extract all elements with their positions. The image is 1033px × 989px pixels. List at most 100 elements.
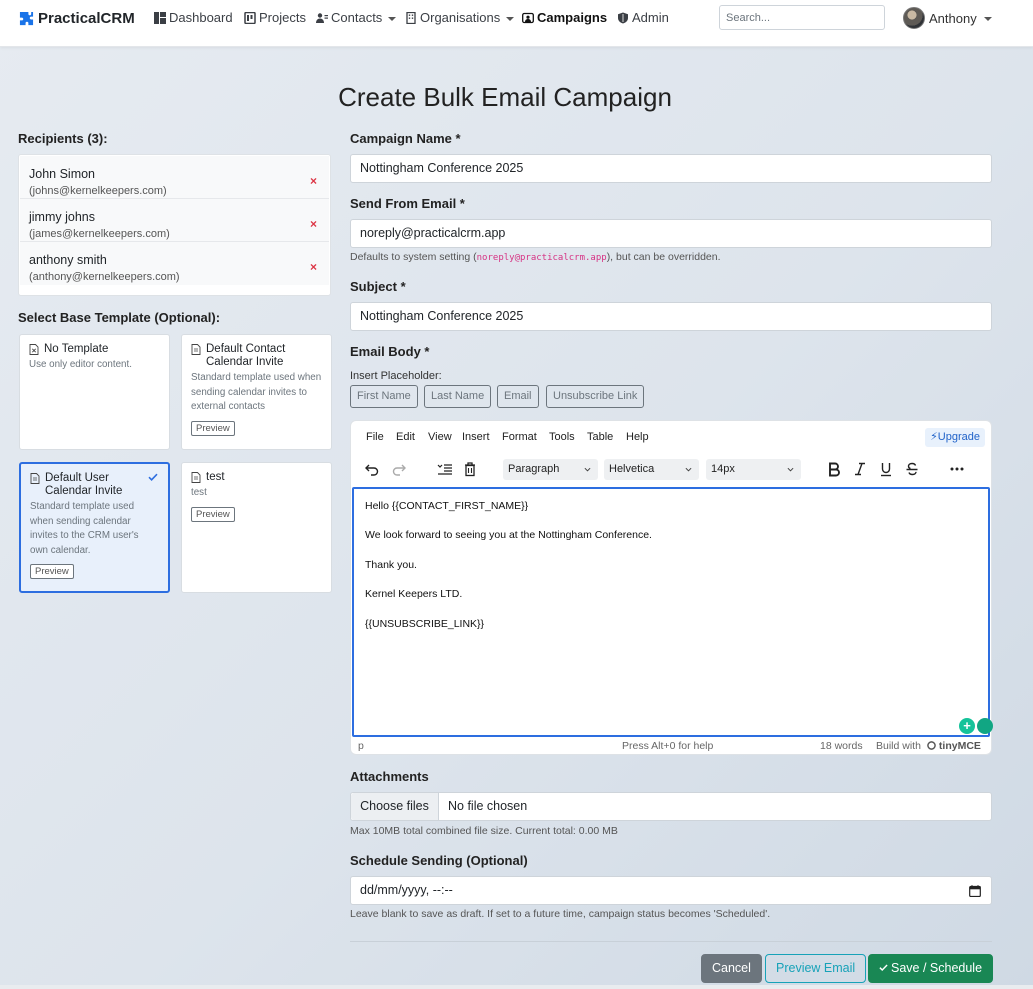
- template-description: Standard template used when sending cale…: [191, 372, 322, 412]
- editor-paragraph: Kernel Keepers LTD.: [365, 588, 463, 600]
- redo-icon[interactable]: [391, 461, 407, 477]
- grammarly-icon[interactable]: [977, 718, 993, 734]
- font-size-select[interactable]: 14px: [706, 459, 801, 480]
- template-card-contact-invite[interactable]: Default Contact Calendar Invite Standard…: [181, 334, 332, 450]
- remove-recipient-button[interactable]: ×: [310, 261, 317, 273]
- template-card-test[interactable]: test test Preview: [181, 462, 332, 593]
- menu-view[interactable]: View: [428, 431, 452, 443]
- text-direction-icon[interactable]: [437, 461, 453, 477]
- italic-icon[interactable]: [852, 461, 868, 477]
- strikethrough-icon[interactable]: [904, 461, 920, 477]
- file-icon: [191, 344, 201, 355]
- bold-icon[interactable]: [826, 461, 842, 477]
- help-text: ), but can be overridden.: [606, 251, 721, 263]
- editor-paragraph: Hello {{CONTACT_FIRST_NAME}}: [365, 500, 529, 512]
- nav-organisations-label: Organisations: [420, 10, 501, 25]
- brand-name: PracticalCRM: [38, 10, 135, 27]
- editor-content[interactable]: Hello {{CONTACT_FIRST_NAME}} We look for…: [352, 487, 990, 737]
- attachments-help: Max 10MB total combined file size. Curre…: [350, 825, 618, 837]
- shield-icon: [618, 12, 628, 23]
- block-format-value: Paragraph: [508, 463, 560, 475]
- insert-placeholder-label: Insert Placeholder:: [350, 370, 442, 382]
- file-x-icon: [29, 344, 39, 355]
- block-format-select[interactable]: Paragraph: [503, 459, 598, 480]
- check-icon: [148, 473, 158, 481]
- remove-recipient-button[interactable]: ×: [310, 218, 317, 230]
- preview-template-button[interactable]: Preview: [30, 564, 74, 579]
- schedule-datetime-input[interactable]: dd/mm/yyyy, --:--: [350, 876, 992, 905]
- menu-edit[interactable]: Edit: [396, 431, 415, 443]
- search-input[interactable]: [719, 5, 885, 30]
- puzzle-icon: [19, 11, 34, 26]
- file-icon: [30, 473, 40, 484]
- campaign-name-input[interactable]: Nottingham Conference 2025: [350, 154, 992, 183]
- upgrade-button[interactable]: ⚡Upgrade: [925, 428, 985, 447]
- nav-projects-label: Projects: [259, 10, 306, 25]
- underline-icon[interactable]: [878, 461, 894, 477]
- save-schedule-button[interactable]: Save / Schedule: [868, 954, 994, 983]
- page-title: Create Bulk Email Campaign: [338, 82, 672, 112]
- cancel-button[interactable]: Cancel: [701, 954, 762, 983]
- subject-input[interactable]: Nottingham Conference 2025: [350, 302, 992, 331]
- template-title: test: [191, 471, 322, 484]
- template-card-none[interactable]: No Template Use only editor content.: [19, 334, 170, 450]
- calendar-icon[interactable]: [969, 885, 981, 897]
- placeholder-first-name-button[interactable]: First Name: [350, 385, 418, 408]
- placeholder-email-button[interactable]: Email: [497, 385, 539, 408]
- help-hint: Press Alt+0 for help: [622, 740, 714, 752]
- email-body-label: Email Body *: [350, 344, 430, 359]
- subject-label: Subject *: [350, 279, 406, 294]
- file-input[interactable]: Choose files No file chosen: [350, 792, 992, 821]
- nav-dashboard-label: Dashboard: [169, 10, 233, 25]
- nav-projects[interactable]: Projects: [244, 10, 306, 25]
- placeholder-last-name-button[interactable]: Last Name: [424, 385, 492, 408]
- nav-organisations[interactable]: Organisations: [405, 10, 515, 25]
- font-size-value: 14px: [711, 463, 735, 475]
- send-from-input[interactable]: noreply@practicalcrm.app: [350, 219, 992, 248]
- editor-paragraph: We look forward to seeing you at the Not…: [365, 529, 652, 541]
- undo-icon[interactable]: [364, 461, 380, 477]
- menu-file[interactable]: File: [366, 431, 384, 443]
- placeholder-unsubscribe-button[interactable]: Unsubscribe Link: [546, 385, 645, 408]
- chevron-down-icon: [787, 467, 794, 472]
- chevron-down-icon: [983, 17, 992, 21]
- projects-icon: [244, 11, 256, 24]
- tinymce-logo[interactable]: tinyMCE: [927, 740, 981, 752]
- chevron-down-icon: [388, 16, 397, 21]
- help-code: noreply@practicalcrm.app: [476, 253, 607, 263]
- templates-label: Select Base Template (Optional):: [18, 310, 221, 325]
- attachments-label: Attachments: [350, 769, 429, 784]
- divider: [350, 941, 992, 942]
- nav-campaigns[interactable]: Campaigns: [522, 10, 607, 25]
- element-path[interactable]: p: [358, 740, 364, 752]
- template-card-user-invite[interactable]: Default User Calendar Invite Standard te…: [19, 462, 170, 593]
- grammar-plus-icon[interactable]: +: [959, 718, 975, 734]
- recipient-email: (johns@kernelkeepers.com): [29, 185, 167, 197]
- menu-insert[interactable]: Insert: [462, 431, 490, 443]
- recipients-list: John Simon (johns@kernelkeepers.com) × j…: [18, 154, 331, 296]
- choose-files-button[interactable]: Choose files: [351, 793, 439, 820]
- menu-table[interactable]: Table: [587, 431, 613, 443]
- font-family-select[interactable]: Helvetica: [604, 459, 699, 480]
- template-title: Default Contact Calendar Invite: [191, 343, 322, 369]
- more-icon[interactable]: [949, 461, 965, 477]
- nav-admin[interactable]: Admin: [617, 10, 669, 25]
- trash-icon[interactable]: [462, 461, 478, 477]
- brand[interactable]: PracticalCRM: [19, 10, 135, 27]
- nav-dashboard[interactable]: Dashboard: [154, 10, 233, 25]
- template-title: Default User Calendar Invite: [30, 472, 159, 498]
- menu-help[interactable]: Help: [626, 431, 649, 443]
- menu-format[interactable]: Format: [502, 431, 537, 443]
- word-count[interactable]: 18 words: [820, 740, 863, 752]
- preview-template-button[interactable]: Preview: [191, 506, 235, 522]
- preview-email-button[interactable]: Preview Email: [765, 954, 867, 983]
- send-from-label: Send From Email *: [350, 196, 465, 211]
- preview-template-button[interactable]: Preview: [191, 420, 235, 436]
- nav-admin-label: Admin: [632, 10, 669, 25]
- menu-tools[interactable]: Tools: [549, 431, 575, 443]
- user-menu[interactable]: Anthony: [903, 7, 992, 29]
- list-item: anthony smith (anthony@kernelkeepers.com…: [20, 242, 329, 285]
- remove-recipient-button[interactable]: ×: [310, 175, 317, 187]
- nav-contacts[interactable]: Contacts: [316, 10, 397, 25]
- template-description: test: [191, 487, 207, 498]
